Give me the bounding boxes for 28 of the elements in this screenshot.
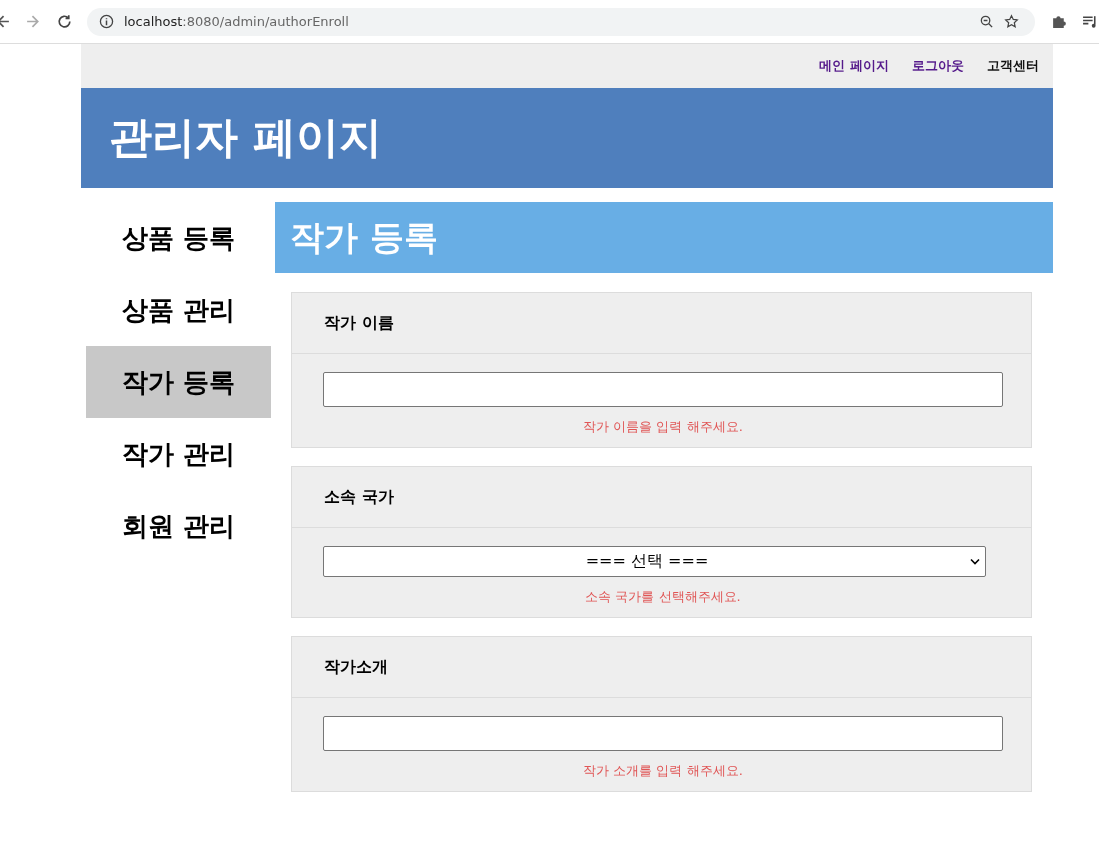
sidebar-item[interactable]: 상품 등록 — [86, 202, 271, 274]
sidebar-item[interactable]: 작가 등록 — [86, 346, 271, 418]
sidebar-item[interactable]: 상품 관리 — [86, 274, 271, 346]
field-label: 작가소개 — [324, 656, 388, 678]
info-icon[interactable] — [99, 14, 114, 29]
zoom-out-icon[interactable] — [979, 14, 994, 29]
playlist-icon[interactable] — [1082, 13, 1099, 30]
chevron-down-icon — [970, 558, 980, 565]
section-title: 작가 등록 — [290, 215, 438, 259]
field-label: 작가 이름 — [324, 312, 394, 334]
url-text: localhost:8080/admin/authorEnroll — [124, 14, 349, 29]
field-label: 소속 국가 — [324, 486, 394, 508]
page-title: 관리자 페이지 — [109, 111, 382, 164]
nav-link[interactable]: 로그아웃 — [912, 57, 964, 75]
nav-link[interactable]: 고객센터 — [987, 57, 1039, 75]
input-field[interactable] — [323, 372, 1003, 407]
input-field[interactable] — [323, 716, 1003, 751]
address-bar[interactable]: localhost:8080/admin/authorEnroll — [87, 7, 1035, 36]
select-dropdown[interactable]: === 선택 === — [323, 546, 986, 577]
warning-text: 소속 국가를 선택해주세요. — [584, 588, 742, 606]
star-icon[interactable] — [1004, 14, 1019, 29]
nav-link[interactable]: 메인 페이지 — [819, 57, 889, 75]
sidebar-item[interactable]: 회원 관리 — [86, 490, 271, 562]
reload-icon[interactable] — [56, 13, 73, 30]
warning-text: 작가 이름을 입력 해주세요. — [582, 418, 744, 436]
puzzle-icon[interactable] — [1051, 13, 1068, 30]
warning-text: 작가 소개를 입력 해주세요. — [582, 762, 744, 780]
sidebar-item[interactable]: 작가 관리 — [86, 418, 271, 490]
